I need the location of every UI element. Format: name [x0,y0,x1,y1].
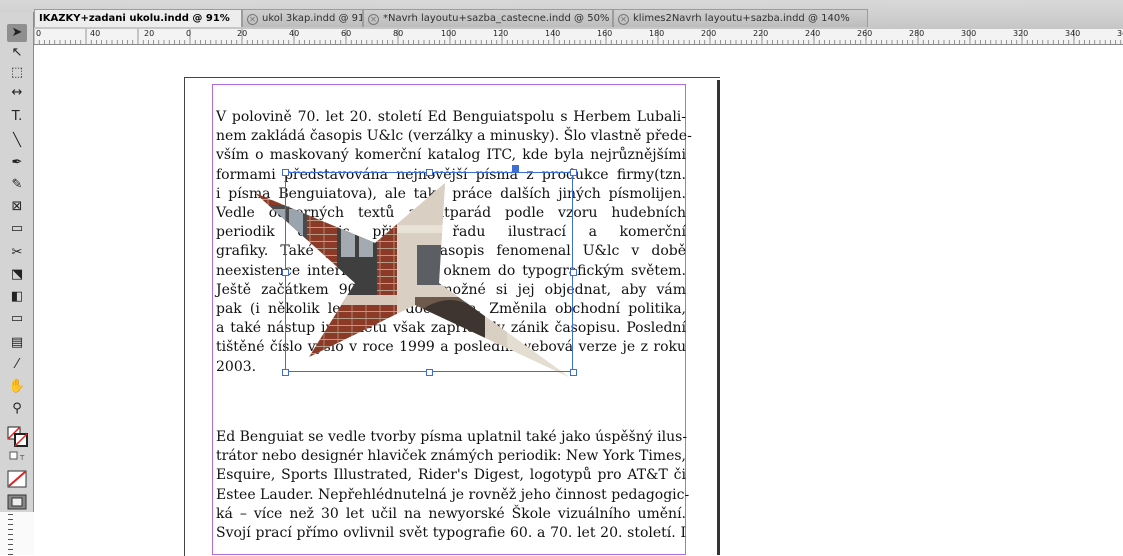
resize-handle-top-right[interactable] [570,169,577,176]
ruler-label: 20 [144,29,155,38]
selection-tool-icon[interactable]: ➤ [7,24,27,42]
tools-panel: ➤ ↖ ⬚ ↔ T. ╲ ✒ ✎ ⊠ ▭ ✂ ⬔ ◧ ▭ ▤ ⁄ ✋ ⚲ T [0,12,34,512]
text-line: trátor nebo designér hlaviček známých pe… [216,448,686,465]
text-line: V polovině 70. let 20. století Ed Bengui… [216,109,686,125]
close-icon[interactable]: ✕ [368,14,379,25]
text-line: Ed Benguiat se vedle tvorby písma uplatn… [216,429,688,445]
selection-bounding-box[interactable] [285,172,573,372]
ruler-tick [8,544,13,545]
free-transform-tool-icon[interactable]: ⬔ [7,266,27,284]
ruler-tick [8,529,13,530]
resize-handle-anchor[interactable] [512,165,519,172]
ruler-tick [8,549,13,550]
ruler-label: 220 [753,29,769,38]
close-icon[interactable]: ✕ [618,14,629,25]
ruler-label: 180 [649,29,665,38]
ruler-label: 60 [341,29,352,38]
ruler-label: 20 [237,29,248,38]
tab-ukol-3kap[interactable]: ✕ ukol 3kap.indd @ 91% [242,9,363,27]
note-tool-icon[interactable]: ▤ [7,334,27,352]
ruler-tick [8,539,13,540]
tab-klimes2[interactable]: ✕ klimes2Navrh layoutu+sazba.indd @ 140% [613,9,868,27]
text-line: nem zakládá časopis U&lc (verzálky a min… [216,128,692,145]
paragraph-2[interactable]: Ed Benguiat se vedle tvorby písma uplatn… [216,428,690,543]
page-tool-icon[interactable]: ⬚ [7,64,27,82]
close-icon[interactable]: ✕ [247,14,258,25]
gradient-feather-tool-icon[interactable]: ▭ [7,310,27,328]
rectangle-tool-icon[interactable]: ▭ [7,220,27,238]
gap-tool-icon[interactable]: ↔ [7,84,27,102]
ruler-label: 0 [186,29,192,38]
resize-handle-bottom-left[interactable] [282,369,289,376]
ruler-label: 40 [90,29,101,38]
ruler-label: 160 [597,29,613,38]
ruler-tick [8,534,13,535]
ruler-tick [8,514,13,515]
ruler-label: 200 [701,29,717,38]
tab-label: klimes2Navrh layoutu+sazba.indd @ 140% [633,13,850,24]
ruler-label: 100 [441,29,457,38]
ruler-label: 300 [961,29,977,38]
ruler-label: 340 [1065,29,1081,38]
ruler-label: 140 [545,29,561,38]
resize-handle-top-left[interactable] [282,169,289,176]
resize-handle-bottom-right[interactable] [570,369,577,376]
ruler-ticks [34,29,1122,44]
ruler-label: 120 [493,29,509,38]
eyedropper-tool-icon[interactable]: ⁄ [7,356,27,374]
gradient-swatch-tool-icon[interactable]: ◧ [7,288,27,306]
apply-none-icon[interactable] [7,470,27,488]
formatting-container-icon[interactable]: T [9,450,27,464]
tab-label: ukol 3kap.indd @ 91% [262,13,363,24]
fill-stroke-swatch-icon[interactable] [7,426,29,448]
ruler-label: 80 [393,29,404,38]
tab-label: *Navrh layoutu+sazba_castecne.indd @ 50% [383,13,610,24]
ruler-label: 360 [1117,29,1123,38]
page-shadow [717,80,720,555]
rectangle-frame-tool-icon[interactable]: ⊠ [7,198,27,216]
ruler-label: 0 [36,29,42,38]
text-line: ká – více než 30 let učil na newyorské Š… [216,505,686,522]
resize-handle-left[interactable] [282,269,289,276]
ruler-label: 320 [1013,29,1029,38]
scissors-tool-icon[interactable]: ✂ [7,244,27,262]
ruler-label: 260 [857,29,873,38]
pen-tool-icon[interactable]: ✒ [7,154,27,172]
text-line: Esquire, Sports Illustrated, Rider's Dig… [216,467,686,484]
text-line: Svojí prací přímo ovlivnil svět typograf… [216,525,686,542]
resize-handle-bottom[interactable] [426,369,433,376]
tab-ikazky-zadani[interactable]: IKAZKY+zadani ukolu.indd @ 91% [34,9,242,27]
document-tab-bar: IKAZKY+zadani ukolu.indd @ 91% ✕ ukol 3ka… [0,0,1123,30]
resize-handle-top[interactable] [426,169,433,176]
type-tool-icon[interactable]: T. [7,108,27,126]
text-line: Estee Lauder. Nepřehlédnutelná je rovněž… [216,486,690,503]
pencil-tool-icon[interactable]: ✎ [7,176,27,194]
ruler-label: 40 [289,29,300,38]
ruler-tick [8,519,13,520]
zoom-tool-icon[interactable]: ⚲ [7,400,27,418]
normal-view-mode-icon[interactable] [7,494,27,510]
resize-handle-right[interactable] [570,269,577,276]
tab-label: IKAZKY+zadani ukolu.indd @ 91% [39,13,230,24]
direct-selection-tool-icon[interactable]: ↖ [7,44,27,62]
ruler-label: 240 [805,29,821,38]
text-line: vším o maskovaný komerční katalog ITC, k… [216,147,686,164]
line-tool-icon[interactable]: ╲ [7,132,27,150]
ruler-label: 280 [909,29,925,38]
hand-tool-icon[interactable]: ✋ [7,378,27,396]
ruler-tick [8,524,13,525]
svg-text:T: T [19,454,25,462]
tab-navrh-layoutu[interactable]: ✕ *Navrh layoutu+sazba_castecne.indd @ 50… [363,9,613,27]
horizontal-ruler[interactable]: 0 40 20 0 20 40 60 80 100 120 140 160 18… [34,29,1123,45]
